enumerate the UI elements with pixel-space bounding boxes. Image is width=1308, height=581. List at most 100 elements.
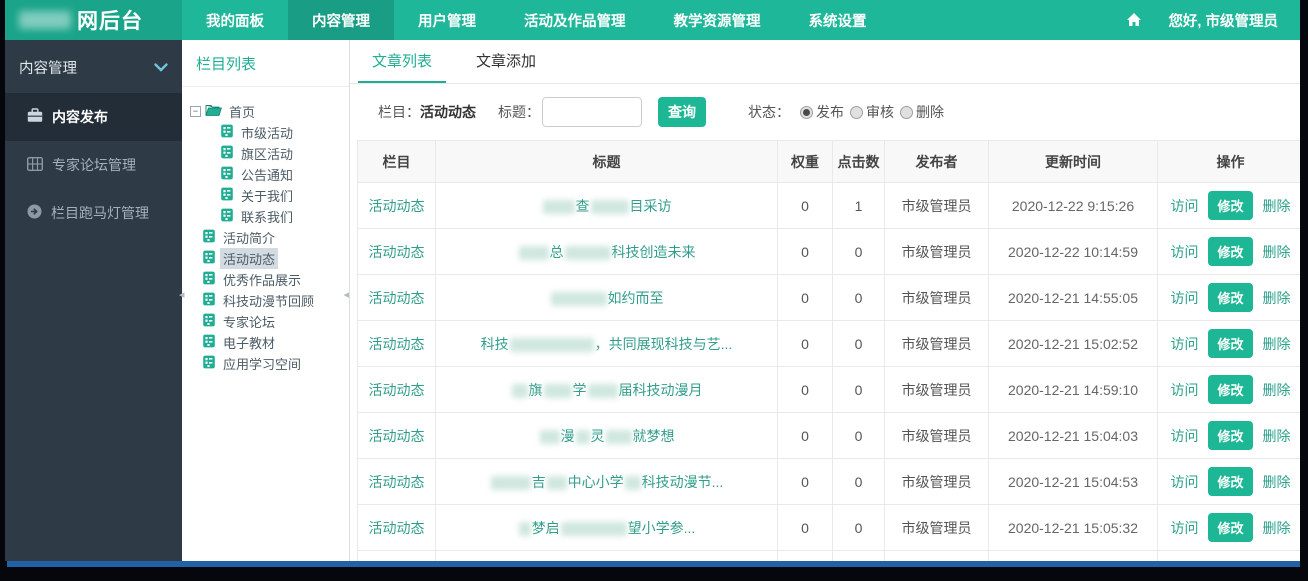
tree-node[interactable]: 科技动漫节回顾	[190, 290, 349, 311]
cell-title[interactable]: 漫灵就梦想	[436, 413, 778, 459]
tree-collapse-box[interactable]: −	[190, 106, 201, 117]
menu-item-6[interactable]: 系统设置	[785, 0, 891, 40]
delete-link[interactable]: 删除	[1263, 474, 1291, 490]
search-button[interactable]: 查询	[658, 97, 706, 127]
title-search-input[interactable]	[542, 97, 642, 127]
visit-link[interactable]: 访问	[1170, 428, 1198, 444]
sidebar-section-header[interactable]: 内容管理	[5, 40, 182, 93]
title-text: 科技动漫节...	[642, 474, 724, 490]
edit-button[interactable]: 修改	[1208, 467, 1252, 496]
cell-title[interactable]: 梦启望小学参...	[436, 505, 778, 551]
table-header-cell: 栏目	[358, 141, 436, 183]
menu-item-4[interactable]: 活动及作品管理	[500, 0, 650, 40]
delete-link[interactable]: 删除	[1263, 244, 1291, 260]
sidebar-item-3[interactable]: 栏目跑马灯管理	[5, 189, 182, 237]
redacted-text-block	[519, 522, 531, 536]
edit-button[interactable]: 修改	[1208, 283, 1252, 312]
cell-actions: 访问修改删除	[1158, 183, 1301, 229]
table-row: 活动动态梦启望小学参...00市级管理员2020-12-21 15:05:32访…	[358, 505, 1301, 551]
menu-item-5[interactable]: 教学资源管理	[650, 0, 785, 40]
tree-node-label: 公告通知	[238, 164, 296, 185]
edit-button[interactable]: 修改	[1208, 375, 1252, 404]
panel-collapse-right-icon[interactable]: ◂	[343, 288, 349, 301]
visit-link[interactable]: 访问	[1170, 520, 1198, 536]
cell-title[interactable]: 查 目采访	[436, 183, 778, 229]
tree-node[interactable]: 活动动态	[190, 248, 349, 269]
tree-node[interactable]: 旗区活动	[190, 143, 349, 164]
panel-collapse-left-icon[interactable]: ◂	[179, 288, 185, 301]
visit-link[interactable]: 访问	[1170, 382, 1198, 398]
cell-title[interactable]: 科技，共同展现科技与艺...	[436, 321, 778, 367]
title-text: 总	[550, 244, 564, 260]
delete-link[interactable]: 删除	[1263, 428, 1291, 444]
cell-weight: 0	[778, 183, 833, 229]
edit-button[interactable]: 修改	[1208, 237, 1252, 266]
tree-node[interactable]: 市级活动	[190, 122, 349, 143]
tree-node[interactable]: 公告通知	[190, 164, 349, 185]
title-text: 查	[576, 198, 590, 214]
edit-button[interactable]: 修改	[1208, 191, 1252, 220]
tree-node[interactable]: 电子教材	[190, 332, 349, 353]
cell-title[interactable]: 总科技创造未来	[436, 229, 778, 275]
cell-weight: 0	[778, 229, 833, 275]
tab-2[interactable]: 文章添加	[462, 40, 550, 83]
title-text: 目采访	[630, 198, 672, 214]
window: 网后台 我的面板内容管理用户管理活动及作品管理教学资源管理系统设置 您好, 市级…	[0, 0, 1308, 581]
tree-node[interactable]: 应用学习空间	[190, 353, 349, 374]
home-icon[interactable]	[1126, 12, 1142, 28]
delete-link[interactable]: 删除	[1263, 198, 1291, 214]
redacted-text-block	[491, 476, 531, 490]
cell-clicks: 0	[833, 321, 885, 367]
menu-item-1[interactable]: 我的面板	[182, 0, 288, 40]
title-text: 吉	[532, 474, 546, 490]
delete-link[interactable]: 删除	[1263, 382, 1291, 398]
tab-1[interactable]: 文章列表	[358, 40, 446, 83]
visit-link[interactable]: 访问	[1170, 244, 1198, 260]
visit-link[interactable]: 访问	[1170, 198, 1198, 214]
tree-node-label: 联系我们	[238, 206, 296, 227]
status-radio-3[interactable]	[900, 106, 913, 119]
cell-title[interactable]: 如约而至	[436, 275, 778, 321]
main-area: 内容管理 内容发布专家论坛管理栏目跑马灯管理 栏目列表 −首页市级活动旗区活动公…	[5, 40, 1300, 561]
edit-button[interactable]: 修改	[1208, 421, 1252, 450]
cell-title[interactable]: 旗学届科技动漫月	[436, 367, 778, 413]
cell-publisher: 市级管理员	[885, 367, 989, 413]
cell-weight: 0	[778, 321, 833, 367]
visit-link[interactable]: 访问	[1170, 290, 1198, 306]
filter-bar: 栏目： 活动动态 标题： 查询 状态： 发布审核删除	[350, 84, 1300, 140]
edit-button[interactable]: 修改	[1208, 329, 1252, 358]
status-filter-label: 状态：	[748, 102, 790, 122]
delete-link[interactable]: 删除	[1263, 290, 1291, 306]
sidebar-item-2[interactable]: 专家论坛管理	[5, 141, 182, 189]
menu-item-2[interactable]: 内容管理	[288, 0, 394, 40]
column-filter-label: 栏目：	[378, 102, 420, 122]
delete-link[interactable]: 删除	[1263, 520, 1291, 536]
table-header-cell: 标题	[436, 141, 778, 183]
visit-link[interactable]: 访问	[1170, 474, 1198, 490]
status-radio-2[interactable]	[850, 106, 863, 119]
delete-link[interactable]: 删除	[1263, 336, 1291, 352]
cell-column: 活动动态	[358, 459, 436, 505]
status-radio-1[interactable]	[800, 106, 813, 119]
cell-title[interactable]	[436, 551, 778, 562]
table-row: 活动动态	[358, 551, 1301, 562]
status-radio-label: 删除	[916, 102, 944, 122]
cell-updated: 2020-12-22 10:14:59	[989, 229, 1158, 275]
tree-node[interactable]: 关于我们	[190, 185, 349, 206]
sidebar-item-1[interactable]: 内容发布	[5, 93, 182, 141]
menu-item-3[interactable]: 用户管理	[394, 0, 500, 40]
tree-node[interactable]: 活动简介	[190, 227, 349, 248]
status-radio-label: 发布	[816, 102, 844, 122]
doc-icon	[202, 334, 216, 351]
tree-node[interactable]: 联系我们	[190, 206, 349, 227]
cell-actions	[1158, 551, 1301, 562]
cell-title[interactable]: 吉中心小学科技动漫节...	[436, 459, 778, 505]
tree-node[interactable]: 专家论坛	[190, 311, 349, 332]
sidebar-item-label: 内容发布	[52, 107, 108, 127]
visit-link[interactable]: 访问	[1170, 336, 1198, 352]
sidebar-item-label: 专家论坛管理	[52, 155, 136, 175]
tree-node[interactable]: 优秀作品展示	[190, 269, 349, 290]
tree-node-label: 优秀作品展示	[220, 269, 304, 290]
tree-node[interactable]: −首页	[190, 101, 349, 122]
edit-button[interactable]: 修改	[1208, 513, 1252, 542]
